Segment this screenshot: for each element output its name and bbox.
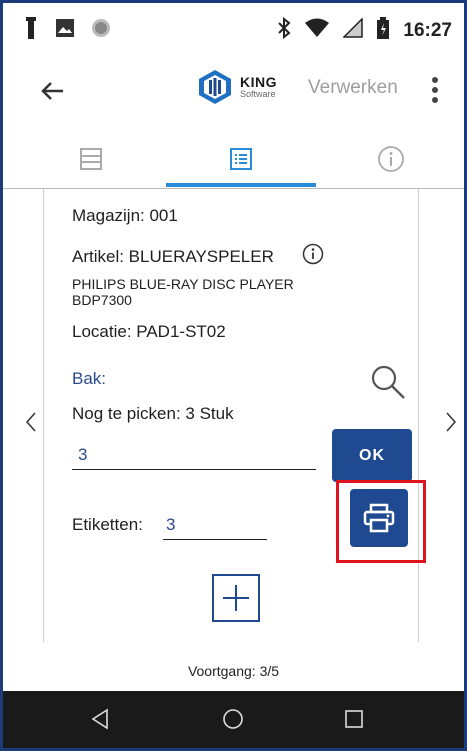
active-tab-indicator: [166, 183, 316, 187]
status-bar: 16:27: [3, 3, 464, 53]
status-time: 16:27: [403, 19, 452, 41]
artikel-text: Artikel: BLUERAYSPELER: [72, 247, 274, 266]
nav-recents-button[interactable]: [342, 707, 366, 736]
quantity-input-underline: [72, 469, 316, 470]
system-nav-bar: [3, 691, 464, 748]
tab-details[interactable]: [166, 129, 316, 189]
search-bak-button[interactable]: [368, 362, 408, 407]
tab-info[interactable]: [316, 129, 464, 189]
magazijn-text: Magazijn: 001: [72, 206, 178, 225]
next-item-button[interactable]: [445, 411, 457, 438]
plus-icon: [223, 585, 249, 611]
status-icons-right: 16:27: [277, 16, 452, 44]
arrow-left-icon: [41, 82, 63, 100]
tab-list[interactable]: [16, 129, 166, 189]
search-icon: [371, 365, 405, 399]
progress-bar: Voortgang: 3/5: [3, 659, 464, 691]
app-bar: KING Software Verwerken: [3, 53, 464, 129]
chevron-left-icon: [25, 412, 36, 432]
nav-back-button[interactable]: [89, 707, 113, 736]
etiketten-label: Etiketten:: [72, 515, 143, 534]
card-border-left: [43, 189, 44, 642]
screen: 16:27 KING Software Verwerken Magazijn: …: [3, 3, 464, 748]
ok-button[interactable]: OK: [332, 429, 412, 482]
description-line-1: PHILIPS BLUE-RAY DISC PLAYER: [72, 276, 294, 292]
tab-bar: [3, 129, 464, 189]
status-icons-left: [23, 17, 111, 44]
chevron-right-icon: [446, 412, 457, 432]
more-vert-icon: [432, 77, 438, 103]
verwerken-button[interactable]: Verwerken: [308, 77, 398, 99]
nog-te-picken-text: Nog te picken: 3 Stuk: [72, 404, 234, 423]
circle-home-icon: [223, 709, 243, 729]
card-border-right: [418, 189, 419, 642]
circle-dot-icon: [91, 18, 111, 43]
list-icon: [80, 148, 102, 170]
etiketten-input-underline: [163, 539, 267, 540]
logo-subtitle: Software: [240, 89, 276, 99]
triangle-back-icon: [91, 708, 108, 730]
previous-item-button[interactable]: [25, 411, 37, 438]
square-recents-icon: [345, 710, 363, 728]
bak-label: Bak:: [72, 369, 107, 388]
logo-name: KING: [240, 74, 277, 90]
notification-figure-icon: [23, 17, 39, 44]
print-button[interactable]: [350, 489, 408, 547]
details-list-icon: [230, 148, 252, 170]
image-icon: [55, 18, 75, 43]
description-line-2: BDP7300: [72, 292, 132, 308]
wifi-icon: [305, 18, 330, 43]
artikel-info-button[interactable]: [302, 243, 324, 270]
nav-home-button[interactable]: [221, 707, 245, 736]
signal-icon: [342, 17, 364, 43]
printer-icon: [363, 503, 395, 533]
locatie-text: Locatie: PAD1-ST02: [72, 322, 226, 341]
info-circle-icon: [302, 243, 324, 265]
king-logo-icon: [199, 70, 231, 104]
battery-icon: [377, 17, 390, 44]
add-button[interactable]: [212, 574, 260, 622]
quantity-input[interactable]: 3: [78, 445, 87, 465]
more-menu-button[interactable]: [427, 73, 443, 107]
progress-text: Voortgang: 3/5: [187, 663, 280, 679]
etiketten-input[interactable]: 3: [166, 515, 175, 535]
bluetooth-icon: [277, 16, 291, 44]
pick-detail-panel: Magazijn: 001 Artikel: BLUERAYSPELER PHI…: [3, 189, 464, 659]
back-button[interactable]: [37, 75, 69, 107]
king-logo: KING Software: [196, 69, 277, 105]
info-icon: [378, 146, 404, 172]
